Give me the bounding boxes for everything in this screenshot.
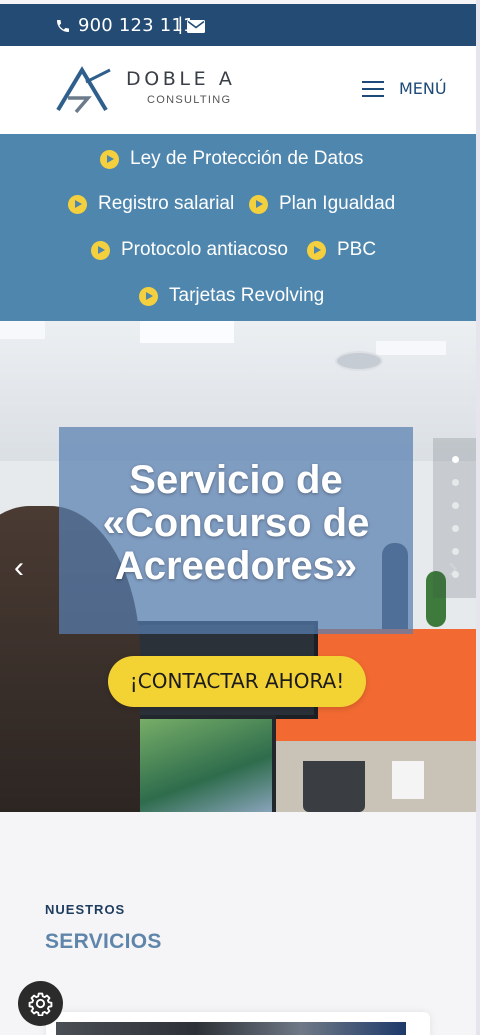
quick-links: Ley de Protección de Datos Registro sala… — [0, 134, 476, 322]
section-title: SERVICIOS — [45, 930, 162, 953]
link-tarjetas-revolving[interactable]: Tarjetas Revolving — [139, 285, 324, 307]
hero-title: Servicio de «Concurso de Acreedores» — [102, 458, 370, 588]
separator: | — [178, 14, 183, 34]
gear-icon — [28, 992, 53, 1016]
link-label: Tarjetas Revolving — [169, 285, 325, 306]
link-label: PBC — [337, 239, 377, 260]
link-plan-igualdad[interactable]: Plan Igualdad — [249, 193, 395, 215]
brand-subtitle: CONSULTING — [147, 94, 232, 106]
play-icon — [68, 194, 87, 214]
play-icon — [91, 240, 110, 260]
link-label: Ley de Protección de Datos — [130, 148, 364, 169]
hero-slider: Servicio de «Concurso de Acreedores» ¡CO… — [0, 321, 476, 812]
service-card-image — [56, 1022, 406, 1035]
link-label: Plan Igualdad — [279, 193, 396, 214]
play-icon — [100, 149, 119, 169]
brand-logo[interactable]: DOBLE A CONSULTING — [56, 66, 296, 114]
contact-now-button[interactable]: ¡CONTACTAR AHORA! — [108, 656, 366, 707]
play-icon — [249, 194, 268, 214]
slider-prev-arrow-icon[interactable]: ‹ — [14, 553, 34, 583]
brand-name: DOBLE A — [126, 68, 236, 90]
service-card[interactable] — [46, 1012, 430, 1035]
slider-dot[interactable] — [452, 479, 459, 486]
link-pbc[interactable]: PBC — [307, 239, 376, 261]
envelope-icon[interactable] — [187, 20, 205, 33]
section-kicker: NUESTROS — [45, 902, 126, 917]
slider-dot[interactable] — [452, 456, 459, 463]
phone-icon[interactable] — [55, 18, 71, 34]
top-contact-bar: 900 123 111 | — [0, 4, 476, 46]
slider-dot[interactable] — [452, 548, 459, 555]
link-label: Registro salarial — [98, 193, 235, 214]
menu-label: MENÚ — [399, 79, 447, 98]
cookie-settings-button[interactable] — [18, 981, 63, 1026]
logo-mark-icon — [56, 66, 111, 114]
slider-dot[interactable] — [452, 525, 459, 532]
slider-dot[interactable] — [452, 502, 459, 509]
scrollbar-track[interactable] — [476, 0, 480, 1035]
link-protocolo-antiacoso[interactable]: Protocolo antiacoso — [91, 239, 288, 261]
play-icon — [139, 286, 158, 306]
site-header: DOBLE A CONSULTING MENÚ — [0, 46, 476, 134]
page: 900 123 111 | DOBLE A CONSULTING MENÚ Le… — [0, 0, 476, 1035]
slider-dot[interactable] — [452, 571, 459, 578]
hamburger-icon — [362, 81, 384, 97]
menu-button[interactable]: MENÚ — [362, 76, 447, 104]
slider-dots — [433, 438, 476, 598]
services-section: NUESTROS SERVICIOS — [0, 812, 476, 1035]
link-label: Protocolo antiacoso — [121, 239, 288, 260]
link-registro-salarial[interactable]: Registro salarial — [68, 193, 234, 215]
play-icon — [307, 240, 326, 260]
link-proteccion-datos[interactable]: Ley de Protección de Datos — [100, 148, 363, 170]
